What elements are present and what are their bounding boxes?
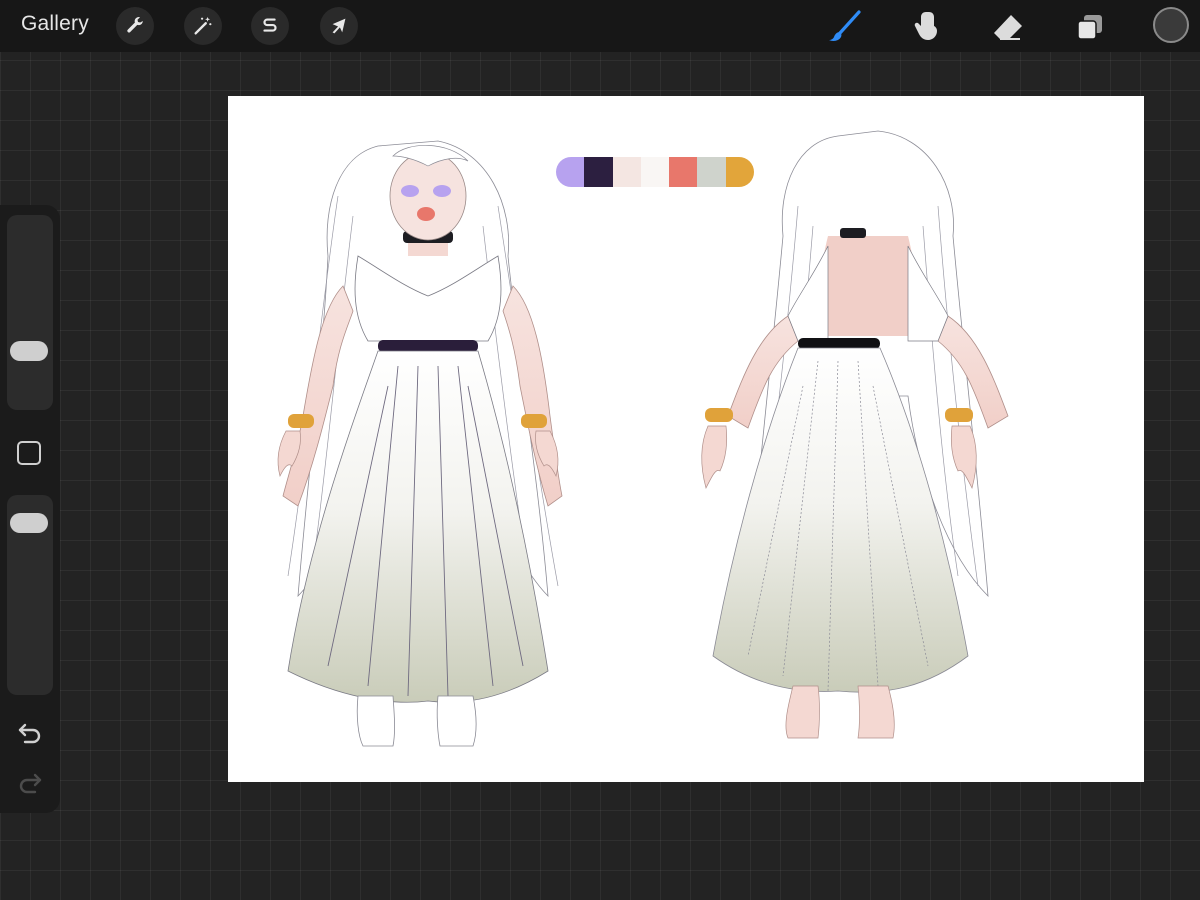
actions-button[interactable]	[116, 7, 154, 45]
brush-icon	[829, 10, 861, 41]
opacity-thumb[interactable]	[10, 512, 48, 533]
left-sidebar	[0, 205, 60, 813]
character-artwork	[277, 130, 1009, 747]
brush-size-thumb[interactable]	[10, 340, 48, 361]
selection-s-icon	[263, 18, 277, 32]
undo-icon	[18, 723, 41, 744]
redo-button[interactable]	[16, 771, 44, 795]
back-view-figure	[701, 130, 1009, 739]
transform-button[interactable]	[320, 7, 358, 45]
smudge-button[interactable]	[906, 7, 946, 47]
undo-button[interactable]	[16, 721, 44, 745]
magic-wand-icon	[194, 16, 212, 35]
redo-icon	[19, 773, 42, 794]
wrench-icon	[127, 17, 143, 33]
adjustments-button[interactable]	[184, 7, 222, 45]
modify-button[interactable]	[17, 441, 41, 465]
layers-icon	[1077, 15, 1102, 40]
gallery-button[interactable]: Gallery	[21, 12, 89, 36]
eraser-button[interactable]	[988, 7, 1028, 47]
color-swatch-button[interactable]	[1153, 7, 1189, 43]
selection-button[interactable]	[251, 7, 289, 45]
top-toolbar: Gallery	[0, 0, 1200, 52]
drawing-canvas[interactable]	[228, 96, 1144, 782]
brush-button[interactable]	[824, 7, 864, 47]
brush-size-slider[interactable]	[7, 215, 53, 410]
eraser-icon	[994, 15, 1022, 40]
smudge-finger-icon	[914, 12, 937, 40]
opacity-slider[interactable]	[7, 495, 53, 695]
layers-button[interactable]	[1070, 7, 1110, 47]
arrow-cursor-icon	[332, 18, 346, 34]
front-view-figure	[277, 140, 563, 747]
